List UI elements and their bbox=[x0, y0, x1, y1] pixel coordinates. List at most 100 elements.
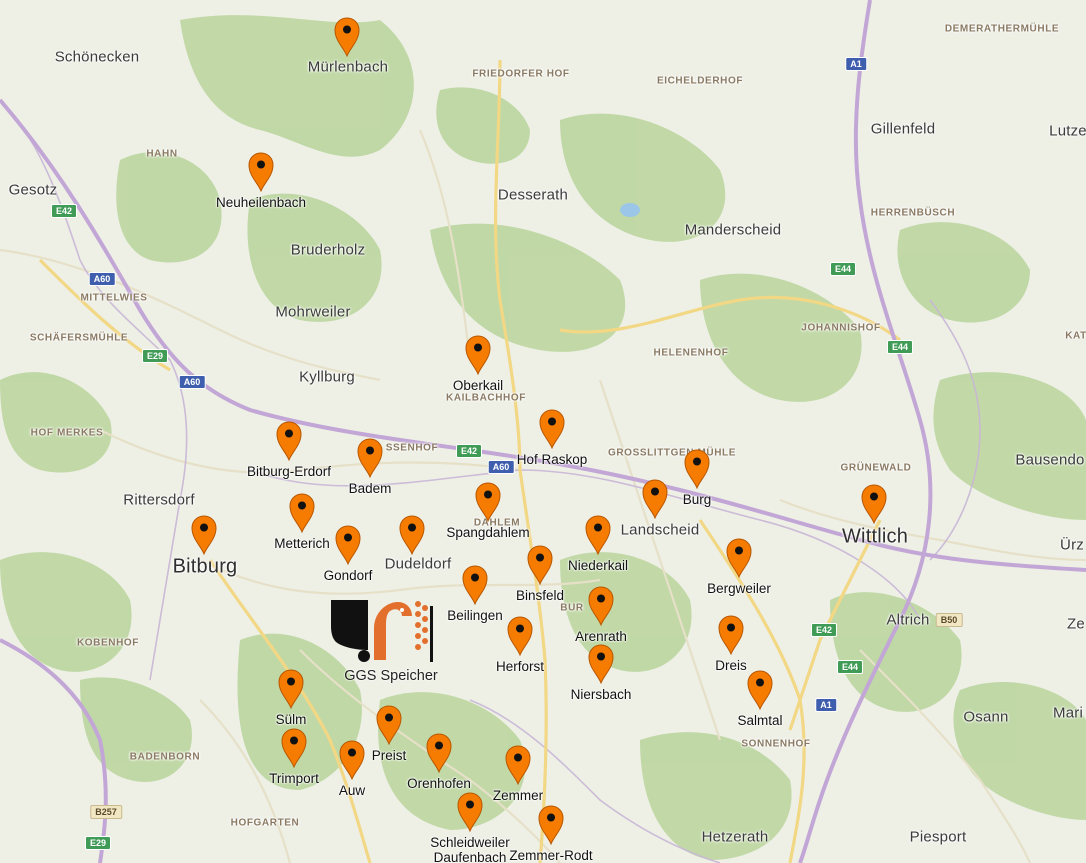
marker-label-zemmer: Zemmer bbox=[492, 788, 544, 803]
marker-label-niederkail: Niederkail bbox=[567, 558, 629, 573]
map-pin-icon-niersbach[interactable] bbox=[588, 644, 614, 684]
marker-label-trimport: Trimport bbox=[269, 771, 319, 786]
road-shield-e44: E44 bbox=[886, 340, 914, 354]
place-label-gillenfeld: Gillenfeld bbox=[870, 120, 936, 138]
school-logo[interactable] bbox=[330, 598, 442, 666]
marker-label-spangdahlem: Spangdahlem bbox=[446, 525, 530, 540]
place-label-bur: BUR bbox=[560, 602, 584, 614]
map-pin-icon-oberkail[interactable] bbox=[465, 335, 491, 375]
water bbox=[620, 203, 640, 217]
map-pin-icon-metterich[interactable] bbox=[289, 493, 315, 533]
place-label-badenborn: BADENBORN bbox=[129, 751, 201, 763]
place-label-schonecken: Schönecken bbox=[54, 48, 140, 66]
map-pin-icon-neuheilenbach[interactable] bbox=[248, 152, 274, 192]
marker-label-beilingen: Beilingen bbox=[447, 608, 503, 623]
place-label-dudeldorf: Dudeldorf bbox=[384, 555, 452, 573]
marker-label-orenhofen: Orenhofen bbox=[407, 776, 471, 791]
ggs-logo-icon bbox=[331, 600, 433, 662]
map-pin-icon-auw[interactable] bbox=[339, 740, 365, 780]
place-label-bruderholz: Bruderholz bbox=[290, 241, 366, 259]
marker-label-dreis: Dreis bbox=[715, 658, 747, 673]
map-pin-icon-zemmer-rodt[interactable] bbox=[538, 805, 564, 845]
road-shield-b257: B257 bbox=[90, 805, 122, 819]
place-label-murlenbach: Mürlenbach bbox=[307, 58, 389, 76]
map-pin-icon-trimport[interactable] bbox=[281, 728, 307, 768]
road-shield-a1: A1 bbox=[815, 698, 837, 712]
map-pin-icon-herforst[interactable] bbox=[507, 616, 533, 656]
marker-label-burg: Burg bbox=[682, 492, 712, 507]
map-pin-icon-bitburg[interactable] bbox=[191, 515, 217, 555]
map-pin-icon-beilingen[interactable] bbox=[462, 565, 488, 605]
place-label-grunewald: GRÜNEWALD bbox=[840, 462, 912, 474]
map-pin-icon-salmtal[interactable] bbox=[747, 670, 773, 710]
place-label-mari: Mari bbox=[1053, 704, 1083, 722]
place-label-ze: Ze bbox=[1067, 615, 1085, 633]
place-label-eichelderhof: EICHELDERHOF bbox=[656, 75, 744, 87]
road-shield-a60: A60 bbox=[178, 375, 206, 389]
map-view[interactable]: Schönecken Mürlenbach FRIEDORFER HOF EICHEL… bbox=[0, 0, 1086, 863]
marker-label-arenrath: Arenrath bbox=[575, 629, 627, 644]
map-pin-icon-spangdahlem[interactable] bbox=[475, 482, 501, 522]
road-shield-b50: B50 bbox=[935, 613, 963, 627]
place-label-bausendo: Bausendo bbox=[1015, 451, 1085, 469]
road-shield-a1: A1 bbox=[845, 57, 867, 71]
map-pin-icon-sulm[interactable] bbox=[278, 669, 304, 709]
road-shield-e29: E29 bbox=[84, 836, 112, 850]
marker-label-neuheilenbach: Neuheilenbach bbox=[215, 195, 307, 210]
place-label-desserath: Desserath bbox=[497, 186, 569, 204]
marker-label-bitburg-erdorf: Bitburg-Erdorf bbox=[246, 464, 332, 479]
marker-label-bergweiler: Bergweiler bbox=[707, 581, 771, 596]
place-label-demerathermuhle: DEMERATHERMÜHLE bbox=[944, 23, 1060, 35]
place-label-osann: Osann bbox=[963, 708, 1009, 726]
marker-label-oberkail: Oberkail bbox=[452, 378, 504, 393]
road-shield-a60: A60 bbox=[88, 272, 116, 286]
place-label-lutze: Lutze bbox=[1049, 122, 1086, 140]
place-label-kyllburg: Kyllburg bbox=[299, 368, 355, 386]
place-label-bitburg: Bitburg bbox=[172, 555, 238, 578]
map-pin-icon-murlenbach[interactable] bbox=[334, 17, 360, 57]
marker-label-auw: Auw bbox=[338, 783, 366, 798]
map-pin-icon-dreis[interactable] bbox=[718, 615, 744, 655]
place-label-sonnenhof: SONNENHOF bbox=[741, 738, 811, 750]
place-label-kailbachhof: KAILBACHHOF bbox=[446, 392, 526, 404]
map-pin-icon-landscheid[interactable] bbox=[642, 479, 668, 519]
map-pin-icon-zemmer[interactable] bbox=[505, 745, 531, 785]
marker-label-schleidweiler-daufenbach: Schleidweiler Daufenbach bbox=[430, 835, 510, 863]
marker-label-gondorf: Gondorf bbox=[323, 568, 373, 583]
marker-label-preist: Preist bbox=[371, 748, 407, 763]
map-pin-icon-binsfeld[interactable] bbox=[527, 545, 553, 585]
marker-label-binsfeld: Binsfeld bbox=[515, 588, 565, 603]
marker-label-salmtal: Salmtal bbox=[737, 713, 783, 728]
map-pin-icon-preist[interactable] bbox=[376, 705, 402, 745]
road-shield-e29: E29 bbox=[141, 349, 169, 363]
map-pin-icon-schleidweiler-daufenbach[interactable] bbox=[457, 792, 483, 832]
place-label-urz: Ürz bbox=[1060, 536, 1084, 554]
map-pin-icon-bergweiler[interactable] bbox=[726, 538, 752, 578]
map-pin-icon-orenhofen[interactable] bbox=[426, 733, 452, 773]
map-pin-icon-bitburg-erdorf[interactable] bbox=[276, 421, 302, 461]
place-label-gesotz: Gesotz bbox=[8, 181, 58, 199]
place-label-ssenhof: SSENHOF bbox=[385, 442, 439, 454]
map-pin-icon-hof-raskop[interactable] bbox=[539, 409, 565, 449]
map-pin-icon-arenrath[interactable] bbox=[588, 586, 614, 626]
map-pin-icon-wittlich[interactable] bbox=[861, 484, 887, 524]
school-logo-label: GGS Speicher bbox=[344, 668, 438, 684]
marker-label-sulm: Sülm bbox=[275, 712, 307, 727]
marker-label-zemmer-rodt: Zemmer-Rodt bbox=[509, 848, 593, 863]
map-pin-icon-niederkail[interactable] bbox=[585, 515, 611, 555]
place-label-mittelwies: MITTELWIES bbox=[80, 292, 148, 304]
map-pin-icon-badem[interactable] bbox=[357, 438, 383, 478]
place-label-landscheid: Landscheid bbox=[620, 521, 700, 539]
place-label-altrich: Altrich bbox=[886, 611, 930, 629]
road-shield-e44: E44 bbox=[829, 262, 857, 276]
map-pin-icon-gondorf[interactable] bbox=[335, 525, 361, 565]
map-pin-icon-dudeldorf[interactable] bbox=[399, 515, 425, 555]
marker-label-niersbach: Niersbach bbox=[570, 687, 632, 702]
place-label-johannishof: JOHANNISHOF bbox=[801, 322, 881, 334]
road-shield-e42: E42 bbox=[50, 204, 78, 218]
road-shield-a60: A60 bbox=[487, 460, 515, 474]
map-pin-icon-burg[interactable] bbox=[684, 449, 710, 489]
place-label-schafersmuhle: SCHÄFERSMÜHLE bbox=[29, 332, 129, 344]
road-shield-e42: E42 bbox=[810, 623, 838, 637]
road-shield-e44: E44 bbox=[836, 660, 864, 674]
